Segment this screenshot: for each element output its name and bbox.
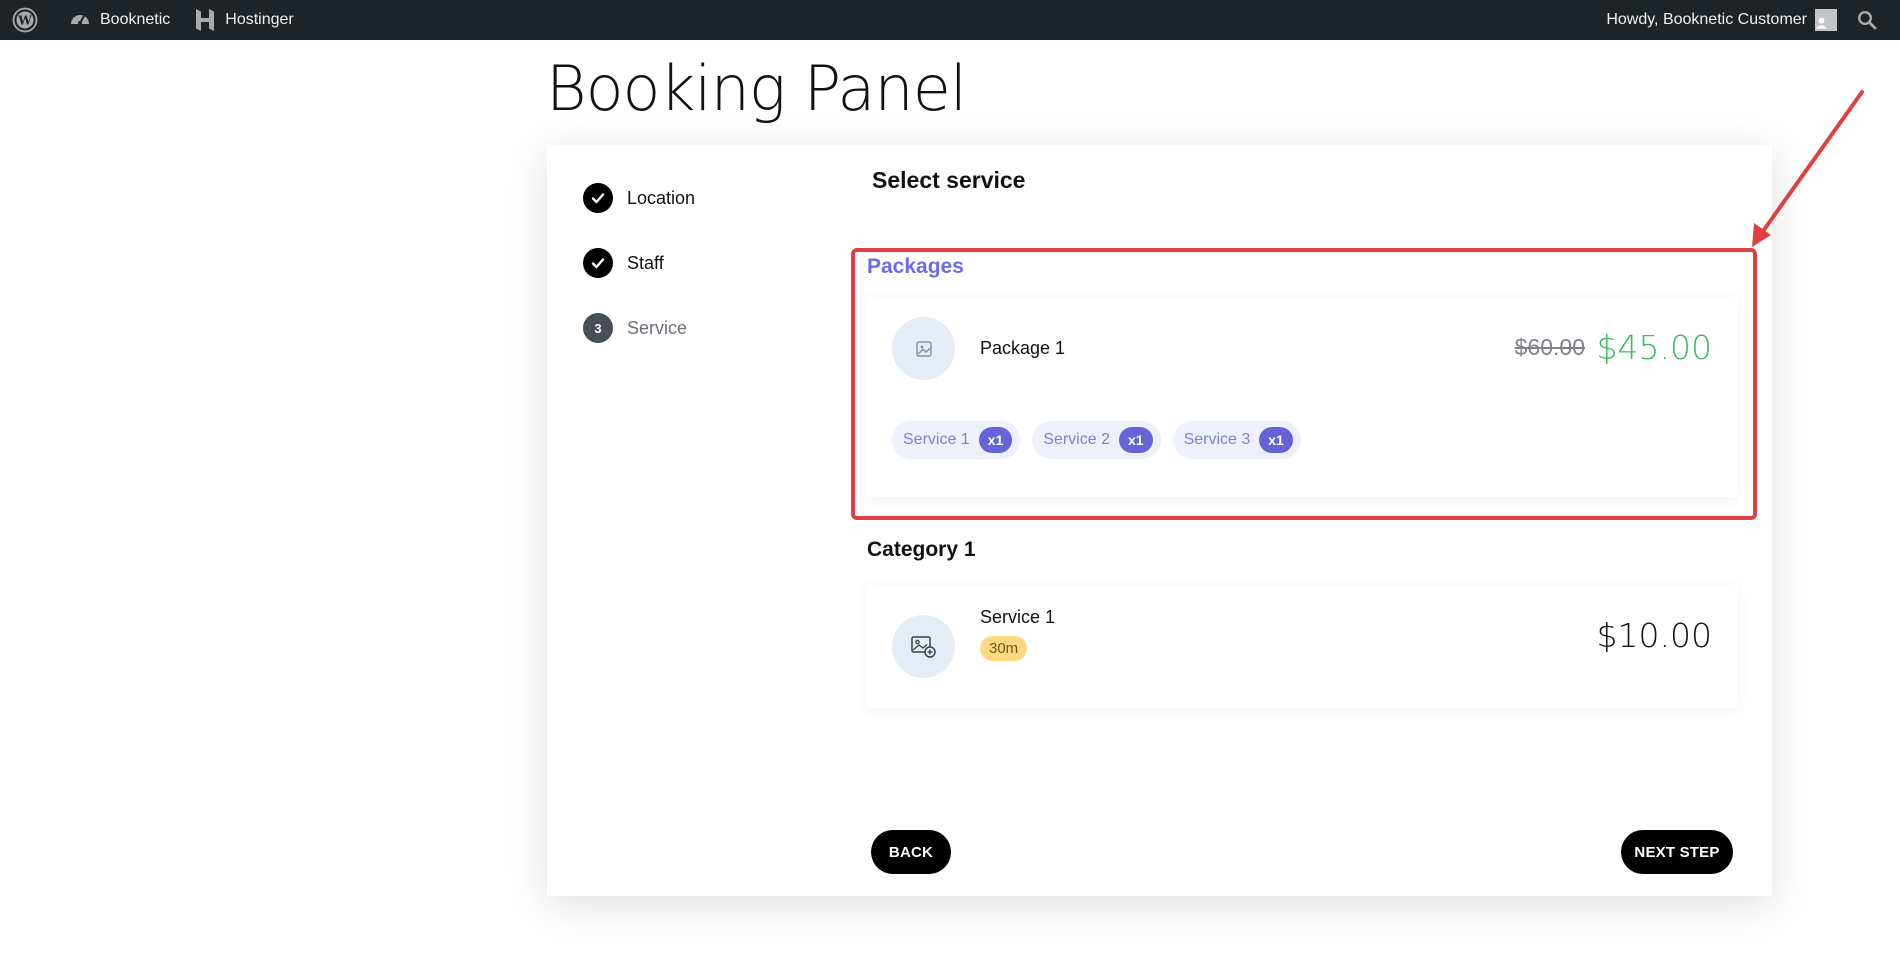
hostinger-logo-icon — [196, 9, 215, 31]
step-number-badge: 3 — [583, 313, 613, 343]
service-price: $10.00 — [1596, 616, 1712, 655]
step-done-badge — [583, 248, 613, 278]
dashboard-gauge-icon — [71, 15, 89, 25]
package-service-chip: Service 2 x1 — [1032, 421, 1161, 459]
step-service[interactable]: 3 Service — [583, 313, 695, 343]
greeting-text: Howdy, Booknetic Customer — [1606, 11, 1807, 28]
user-silhouette-icon — [1815, 17, 1828, 29]
package-price: $45.00 — [1596, 328, 1712, 367]
category-title: Category 1 — [867, 538, 976, 561]
step-staff[interactable]: Staff — [583, 248, 695, 278]
avatar — [1815, 9, 1837, 31]
admin-bar-right: Howdy, Booknetic Customer — [1594, 0, 1894, 40]
adminbar-item-hostinger[interactable]: Hostinger — [182, 0, 305, 40]
package-service-chip: Service 3 x1 — [1172, 421, 1301, 459]
image-add-icon — [910, 635, 936, 658]
service-name: Service 1 — [980, 607, 1056, 627]
search-button[interactable] — [1843, 0, 1894, 40]
check-icon — [591, 193, 605, 204]
duration-badge: 30m — [980, 636, 1028, 661]
booking-panel: Location Staff 3 Service Select service … — [547, 145, 1772, 896]
step-label: Location — [627, 187, 696, 208]
wordpress-logo-button[interactable]: W — [8, 0, 57, 40]
annotation-arrow — [1752, 90, 1864, 247]
step-label: Staff — [627, 252, 664, 273]
adminbar-item-label: Booknetic — [100, 11, 171, 28]
chip-quantity: x1 — [1118, 427, 1153, 453]
admin-bar-left: W Booknetic Hostinger — [8, 0, 306, 40]
package-services: Service 1 x1 Service 2 x1 Service 3 x1 — [892, 421, 1313, 459]
page-title: Booking Panel — [546, 52, 967, 125]
package-card[interactable]: Package 1 $60.00 $45.00 Service 1 x1 Ser… — [867, 297, 1737, 497]
svg-text:W: W — [17, 14, 32, 28]
service-thumbnail — [892, 615, 955, 678]
section-title: Select service — [872, 167, 1026, 193]
back-button[interactable]: BACK — [871, 830, 951, 874]
packages-title: Packages — [867, 255, 964, 278]
chip-quantity: x1 — [978, 427, 1013, 453]
admin-bar: W Booknetic Hostinger Howdy, Booknetic C… — [0, 0, 1900, 40]
step-location[interactable]: Location — [583, 183, 695, 213]
steps-list: Location Staff 3 Service — [583, 183, 695, 378]
chip-label: Service 2 — [1043, 431, 1110, 448]
chip-label: Service 1 — [903, 431, 970, 448]
search-icon — [1857, 10, 1877, 30]
package-thumbnail — [892, 317, 955, 380]
chip-label: Service 3 — [1183, 431, 1251, 448]
check-icon — [591, 258, 605, 269]
wordpress-icon: W — [12, 7, 38, 33]
adminbar-item-label: Hostinger — [225, 11, 294, 28]
account-menu[interactable]: Howdy, Booknetic Customer — [1594, 0, 1843, 40]
package-name: Package 1 — [980, 338, 1066, 358]
chip-quantity: x1 — [1259, 427, 1293, 453]
next-step-button[interactable]: NEXT STEP — [1621, 830, 1733, 874]
adminbar-item-booknetic[interactable]: Booknetic — [57, 0, 182, 40]
image-placeholder-icon — [915, 340, 932, 357]
package-service-chip: Service 1 x1 — [892, 421, 1021, 459]
service-card[interactable]: Service 1 30m $10.00 — [867, 585, 1737, 708]
step-done-badge — [583, 183, 613, 213]
package-old-price: $60.00 — [1514, 334, 1585, 360]
step-label: Service — [627, 317, 688, 338]
